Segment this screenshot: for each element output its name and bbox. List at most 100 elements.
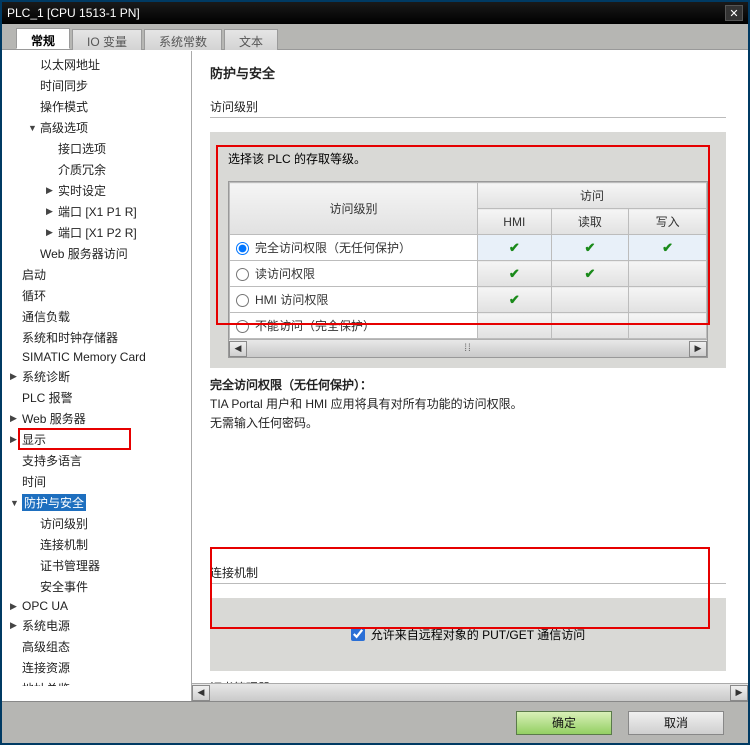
sidebar-item[interactable]: 高级组态 [2, 636, 191, 657]
access-level-heading: 访问级别 [210, 98, 726, 118]
sidebar-item-label: 通信负载 [22, 308, 70, 325]
scroll-right-icon[interactable]: ▶ [689, 341, 707, 357]
access-description: 完全访问权限（无任何保护）： TIA Portal 用户和 HMI 应用将具有对… [210, 376, 726, 434]
tab-text[interactable]: 文本 [224, 29, 278, 50]
sidebar-item-label: 系统和时钟存储器 [22, 329, 118, 346]
sidebar-item-label: 显示 [22, 431, 46, 448]
tab-general[interactable]: 常规 [16, 28, 70, 49]
content-scroll-left[interactable]: ◀ [192, 685, 210, 701]
sidebar-item-label: 操作模式 [40, 98, 88, 115]
sidebar-item[interactable]: ▶OPC UA [2, 597, 191, 615]
ok-button[interactable]: 确定 [516, 711, 612, 735]
sidebar-item[interactable]: 连接资源 [2, 657, 191, 678]
sidebar-item[interactable]: ▶实时设定 [2, 180, 191, 201]
sidebar-item-label: 证书管理器 [40, 557, 100, 574]
sidebar-item[interactable]: ▶端口 [X1 P2 R] [2, 222, 191, 243]
sidebar-scroll[interactable]: 以太网地址时间同步操作模式▼高级选项接口选项介质冗余▶实时设定▶端口 [X1 P… [2, 54, 191, 686]
sidebar-item[interactable]: 连接机制 [2, 534, 191, 555]
chevron-right-icon: ▶ [46, 206, 56, 217]
sidebar-item[interactable]: 循环 [2, 285, 191, 306]
table-row[interactable]: HMI 访问权限✔ [230, 287, 707, 313]
check-icon: ✔ [509, 292, 520, 307]
putget-checkbox[interactable] [351, 627, 365, 641]
access-level-panel: 选择该 PLC 的存取等级。 访问级别 访问 HMI 读取 [210, 132, 726, 368]
sidebar-item-label: Web 服务器访问 [40, 245, 128, 262]
sidebar-item-label: 时间 [22, 473, 46, 490]
content-hscroll[interactable]: ◀ ▶ [192, 683, 748, 701]
access-level-label: 不能访问（完全保护） [255, 319, 375, 333]
sidebar-item[interactable]: ▶系统电源 [2, 615, 191, 636]
access-radio[interactable] [236, 242, 249, 255]
putget-label: 允许来自远程对象的 PUT/GET 通信访问 [371, 626, 585, 643]
sidebar-item[interactable]: 以太网地址 [2, 54, 191, 75]
sidebar-item[interactable]: PLC 报警 [2, 387, 191, 408]
sidebar-item-label: 支持多语言 [22, 452, 82, 469]
sidebar-item-label: 高级选项 [40, 119, 88, 136]
sidebar-item[interactable]: 系统和时钟存储器 [2, 327, 191, 348]
sidebar-item[interactable]: 地址总览 [2, 678, 191, 686]
sidebar-item[interactable]: Web 服务器访问 [2, 243, 191, 264]
cancel-button[interactable]: 取消 [628, 711, 724, 735]
sidebar-item[interactable]: ▶显示 [2, 429, 191, 450]
sidebar-item[interactable]: 支持多语言 [2, 450, 191, 471]
dialog-window: PLC_1 [CPU 1513-1 PN] ✕ 常规 IO 变量 系统常数 文本… [2, 2, 748, 743]
sidebar-item-label: 连接机制 [40, 536, 88, 553]
access-radio[interactable] [236, 294, 249, 307]
sidebar-item[interactable]: 时间同步 [2, 75, 191, 96]
window-title: PLC_1 [CPU 1513-1 PN] [7, 6, 140, 20]
sidebar-item[interactable]: 接口选项 [2, 138, 191, 159]
content-pane: 防护与安全 访问级别 选择该 PLC 的存取等级。 访问级别 访问 [192, 51, 748, 701]
sidebar-item-label: 系统电源 [22, 617, 70, 634]
chevron-right-icon: ▶ [10, 434, 20, 445]
sidebar-item[interactable]: SIMATIC Memory Card [2, 348, 191, 366]
sidebar-item-label: 端口 [X1 P2 R] [58, 224, 137, 241]
section-title: 防护与安全 [210, 63, 726, 82]
table-hscroll[interactable]: ◀ ⁞⁞ ▶ [229, 339, 707, 357]
sidebar-item-label: 高级组态 [22, 638, 70, 655]
sidebar-item-label: 循环 [22, 287, 46, 304]
sidebar-item-label: 接口选项 [58, 140, 106, 157]
sidebar-item[interactable]: 安全事件 [2, 576, 191, 597]
sidebar-item[interactable]: 介质冗余 [2, 159, 191, 180]
chevron-right-icon: ▶ [10, 413, 20, 424]
col-write: 写入 [629, 209, 707, 235]
table-row[interactable]: 完全访问权限（无任何保护） ✔ ✔ ✔ [230, 235, 707, 261]
scroll-left-icon[interactable]: ◀ [229, 341, 247, 357]
check-icon: ✔ [509, 240, 520, 255]
chevron-down-icon: ▼ [10, 498, 20, 508]
sidebar-item-label: PLC 报警 [22, 389, 73, 406]
tab-io-vars[interactable]: IO 变量 [72, 29, 142, 50]
sidebar-item[interactable]: 时间 [2, 471, 191, 492]
sidebar-item-label: 介质冗余 [58, 161, 106, 178]
sidebar-item[interactable]: 启动 [2, 264, 191, 285]
content-scroll-right[interactable]: ▶ [730, 685, 748, 701]
access-level-label: 完全访问权限（无任何保护） [255, 241, 411, 255]
access-note: 选择该 PLC 的存取等级。 [228, 150, 708, 167]
sidebar-item[interactable]: ▼防护与安全 [2, 492, 191, 513]
check-icon: ✔ [662, 240, 673, 255]
tab-sys-const[interactable]: 系统常数 [144, 29, 222, 50]
chevron-down-icon: ▼ [28, 123, 38, 133]
sidebar-item[interactable]: 访问级别 [2, 513, 191, 534]
check-icon: ✔ [584, 240, 595, 255]
sidebar-item[interactable]: 通信负载 [2, 306, 191, 327]
table-row[interactable]: 读访问权限✔✔ [230, 261, 707, 287]
sidebar-item[interactable]: ▶Web 服务器 [2, 408, 191, 429]
chevron-right-icon: ▶ [46, 185, 56, 196]
sidebar-item[interactable]: 操作模式 [2, 96, 191, 117]
chevron-right-icon: ▶ [10, 620, 20, 631]
col-level: 访问级别 [230, 183, 478, 235]
sidebar-item[interactable]: ▶系统诊断 [2, 366, 191, 387]
sidebar-item-label: OPC UA [22, 599, 68, 613]
sidebar-item[interactable]: ▼高级选项 [2, 117, 191, 138]
access-table-wrap: 访问级别 访问 HMI 读取 写入 完全访问权限（无任何保护）✔✔✔读访问权限✔… [228, 181, 708, 358]
sidebar-item[interactable]: 证书管理器 [2, 555, 191, 576]
access-level-label: 读访问权限 [255, 267, 315, 281]
sidebar-item-label: 实时设定 [58, 182, 106, 199]
access-radio[interactable] [236, 268, 249, 281]
sidebar-item[interactable]: ▶端口 [X1 P1 R] [2, 201, 191, 222]
close-icon[interactable]: ✕ [725, 5, 743, 21]
table-row[interactable]: 不能访问（完全保护） [230, 313, 707, 339]
chevron-right-icon: ▶ [10, 371, 20, 382]
access-radio[interactable] [236, 320, 249, 333]
